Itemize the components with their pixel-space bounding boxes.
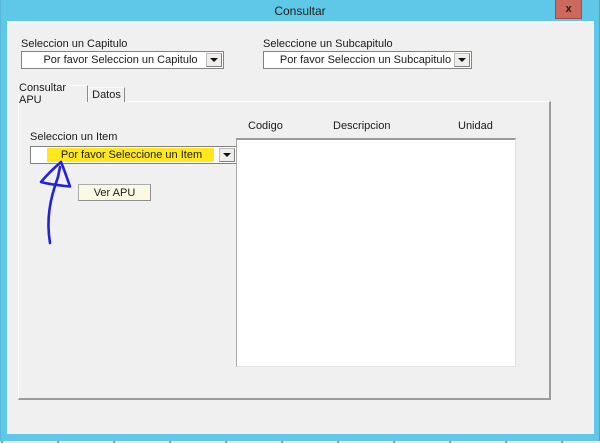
window-title: Consultar	[274, 3, 326, 18]
item-combobox-value: Por favor Seleccione un Item	[60, 149, 203, 161]
subcapitulo-combobox[interactable]: Por favor Seleccion un Subcapitulo	[263, 51, 472, 69]
list-header-unidad: Unidad	[458, 120, 493, 132]
chevron-down-icon	[210, 58, 218, 62]
apu-listbox[interactable]	[236, 138, 516, 367]
ver-apu-button[interactable]: Ver APU	[78, 184, 151, 201]
item-combobox[interactable]: Por favor Seleccione un Item	[30, 146, 237, 164]
chevron-down-icon	[458, 58, 466, 62]
subcapitulo-label: Seleccione un Subcapitulo	[263, 38, 393, 50]
dialog-client-area: Seleccion un Capitulo Por favor Seleccio…	[7, 21, 594, 434]
list-header-codigo: Codigo	[248, 120, 283, 132]
item-label: Seleccion un Item	[30, 131, 118, 143]
tab-datos[interactable]: Datos	[88, 87, 125, 102]
close-icon: x	[565, 3, 572, 15]
tab-label: Datos	[92, 89, 121, 101]
close-button[interactable]: x	[555, 0, 582, 19]
capitulo-combobox[interactable]: Por favor Seleccion un Capitulo	[21, 51, 224, 69]
tab-consultar-apu[interactable]: Consultar APU	[18, 82, 88, 106]
capitulo-label: Seleccion un Capitulo	[21, 38, 128, 50]
tab-page-consultar-apu: Seleccion un Item Por favor Seleccione u…	[18, 101, 551, 400]
subcapitulo-dropdown-button[interactable]	[454, 53, 470, 67]
list-header-descripcion: Descripcion	[333, 120, 391, 132]
tab-label: Consultar APU	[19, 82, 67, 106]
item-dropdown-button[interactable]	[219, 148, 235, 162]
capitulo-combobox-value: Por favor Seleccion un Capitulo	[43, 54, 198, 66]
chevron-down-icon	[223, 153, 231, 157]
titlebar[interactable]: Consultar	[1, 0, 599, 21]
consultar-dialog: Consultar x Seleccion un Capitulo Por fa…	[0, 0, 600, 443]
subcapitulo-combobox-value: Por favor Seleccion un Subcapitulo	[280, 54, 451, 66]
capitulo-dropdown-button[interactable]	[206, 53, 222, 67]
